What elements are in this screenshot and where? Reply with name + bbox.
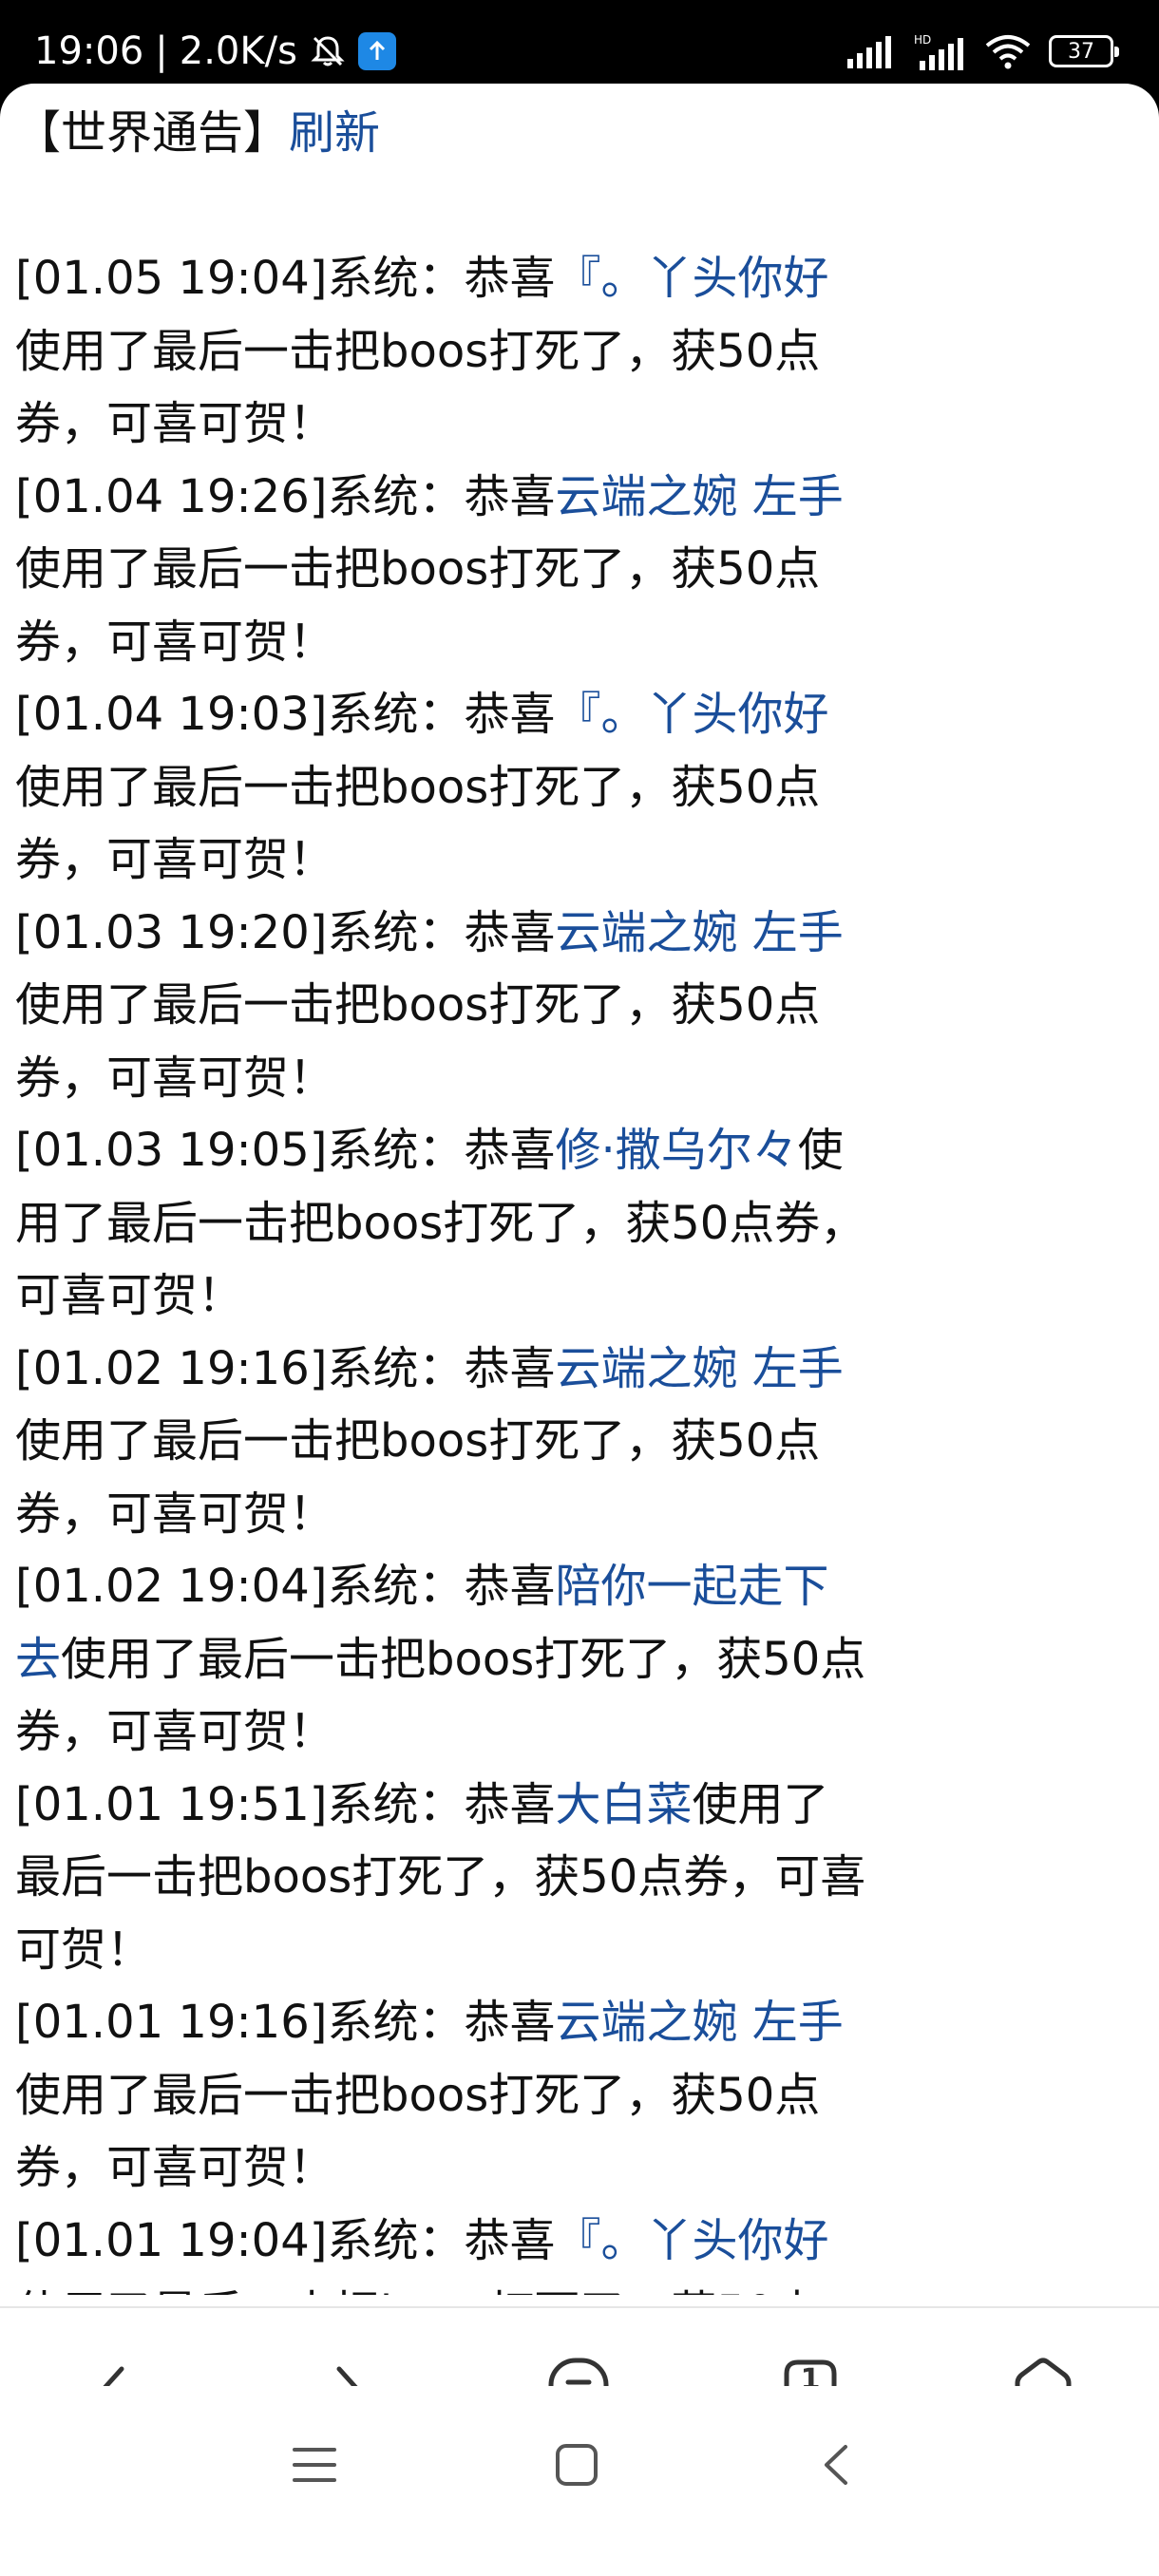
system-nav-bar bbox=[0, 2386, 1159, 2576]
home-square-icon[interactable] bbox=[543, 2432, 610, 2498]
entry-suffix: 使用了最后一击把boos打死了，获50点券，可喜可贺！ bbox=[15, 324, 821, 451]
system-back-icon[interactable] bbox=[804, 2432, 870, 2498]
header-spacer bbox=[15, 170, 870, 243]
entry-prefix: [01.02 19:16]系统：恭喜 bbox=[15, 1341, 556, 1395]
status-right: HD 37 bbox=[847, 32, 1119, 70]
entry-prefix: [01.03 19:20]系统：恭喜 bbox=[15, 905, 556, 959]
app-upload-icon bbox=[357, 32, 396, 70]
entry-suffix: 使用了最后一击把boos打死了，获50点券，可喜可贺！ bbox=[15, 1632, 866, 1759]
refresh-link[interactable]: 刷新 bbox=[289, 106, 380, 160]
entry-prefix: [01.03 19:05]系统：恭喜 bbox=[15, 1124, 556, 1177]
hd-signal-icon: HD bbox=[914, 32, 967, 70]
battery-icon: 37 bbox=[1049, 35, 1119, 67]
page-title: 【世界通告】 bbox=[15, 106, 290, 160]
svg-text:HD: HD bbox=[914, 33, 931, 47]
entry-prefix: [01.05 19:04]系统：恭喜 bbox=[15, 252, 556, 305]
player-name-link[interactable]: 大白菜 bbox=[555, 1778, 692, 1831]
announcement-entry: [01.04 19:03]系统：恭喜『。丫头你好使用了最后一击把boos打死了，… bbox=[15, 678, 870, 897]
announcement-entry: [01.02 19:16]系统：恭喜云端之婉 左手使用了最后一击把boos打死了… bbox=[15, 1333, 870, 1551]
announcement-entry: [01.05 19:04]系统：恭喜『。丫头你好使用了最后一击把boos打死了，… bbox=[15, 242, 870, 461]
recent-apps-icon[interactable] bbox=[281, 2432, 348, 2498]
player-name-link[interactable]: 云端之婉 左手 bbox=[555, 470, 843, 523]
entry-suffix: 使用了最后一击把boos打死了，获50点券，可喜可贺！ bbox=[15, 760, 821, 887]
battery-level: 37 bbox=[1068, 39, 1094, 64]
entry-suffix: 使用了最后一击把boos打死了，获50点券，可喜可贺！ bbox=[15, 2286, 820, 2295]
announcement-entry: [01.02 19:04]系统：恭喜陪你一起走下去使用了最后一击把boos打死了… bbox=[15, 1550, 870, 1769]
page: 【世界通告】刷新 [01.05 19:04]系统：恭喜『。丫头你好使用了最后一击… bbox=[0, 84, 1159, 2576]
player-name-link[interactable]: 云端之婉 左手 bbox=[555, 1342, 843, 1395]
announcement-entry: [01.01 19:04]系统：恭喜『。丫头你好使用了最后一击把boos打死了，… bbox=[15, 2205, 870, 2296]
signal-icon bbox=[847, 34, 897, 68]
entry-prefix: [01.02 19:04]系统：恭喜 bbox=[15, 1560, 556, 1613]
network-speed: 2.0K/s bbox=[179, 29, 297, 73]
entry-prefix: [01.04 19:26]系统：恭喜 bbox=[15, 469, 556, 523]
player-name-link[interactable]: 修·撒乌尔々 bbox=[555, 1124, 797, 1177]
announcement-entry: [01.04 19:26]系统：恭喜云端之婉 左手使用了最后一击把boos打死了… bbox=[15, 461, 870, 679]
entry-prefix: [01.01 19:16]系统：恭喜 bbox=[15, 1996, 556, 2049]
announcement-entry: [01.03 19:05]系统：恭喜修·撒乌尔々使用了最后一击把boos打死了，… bbox=[15, 1114, 870, 1333]
entry-prefix: [01.01 19:51]系统：恭喜 bbox=[15, 1777, 556, 1831]
announcement-entry: [01.03 19:20]系统：恭喜云端之婉 左手使用了最后一击把boos打死了… bbox=[15, 897, 870, 1115]
entry-suffix: 使用了最后一击把boos打死了，获50点券，可喜可贺！ bbox=[15, 542, 821, 669]
status-left: 19:06 | 2.0K/s bbox=[34, 28, 396, 74]
announcement-entry: [01.01 19:16]系统：恭喜云端之婉 左手使用了最后一击把boos打死了… bbox=[15, 1986, 870, 2205]
page-header: 【世界通告】刷新 bbox=[15, 97, 870, 170]
entry-prefix: [01.04 19:03]系统：恭喜 bbox=[15, 688, 556, 741]
announcement-entry: [01.01 19:51]系统：恭喜大白菜使用了最后一击把boos打死了，获50… bbox=[15, 1769, 870, 1987]
player-name-link[interactable]: 云端之婉 左手 bbox=[555, 1996, 843, 2049]
entry-suffix: 使用了最后一击把boos打死了，获50点券，可喜可贺！ bbox=[15, 2068, 821, 2195]
status-time: 19:06 bbox=[34, 29, 144, 73]
player-name-link[interactable]: 云端之婉 左手 bbox=[555, 906, 843, 959]
entry-suffix: 使用了最后一击把boos打死了，获50点券，可喜可贺！ bbox=[15, 978, 821, 1105]
mute-icon bbox=[309, 32, 347, 70]
player-name-link[interactable]: 『。丫头你好 bbox=[555, 2214, 828, 2267]
player-name-link[interactable]: 『。丫头你好 bbox=[555, 688, 828, 741]
entry-suffix: 使用了最后一击把boos打死了，获50点券，可喜可贺！ bbox=[15, 1414, 821, 1541]
announcement-content: 【世界通告】刷新 [01.05 19:04]系统：恭喜『。丫头你好使用了最后一击… bbox=[15, 97, 870, 2295]
player-name-link[interactable]: 『。丫头你好 bbox=[555, 252, 828, 305]
status-separator: | bbox=[155, 29, 168, 73]
wifi-icon bbox=[984, 32, 1032, 70]
entry-prefix: [01.01 19:04]系统：恭喜 bbox=[15, 2213, 556, 2267]
